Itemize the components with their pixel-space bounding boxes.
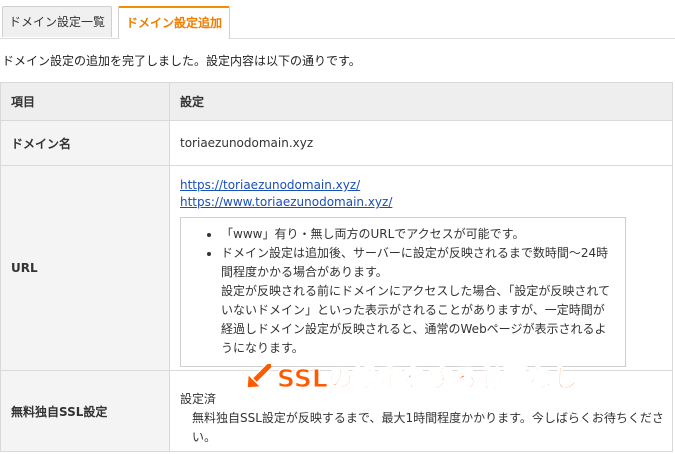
- header-setting: 設定: [169, 82, 673, 121]
- arrow-down-left-icon: [246, 364, 271, 389]
- ssl-label: 無料独自SSL設定: [0, 370, 170, 452]
- table-row-domain: ドメイン名 toriaezunodomain.xyz: [0, 120, 673, 166]
- url-label: URL: [0, 165, 170, 371]
- url-notes-box: 「www」有り・無し両方のURLでアクセスが可能です。 ドメイン設定は追加後、サ…: [180, 217, 626, 367]
- annotation: SSLの設定をする必要なし: [245, 360, 578, 394]
- table-header-row: 項目 設定: [0, 82, 673, 121]
- url-link-root[interactable]: https://toriaezunodomain.xyz/: [180, 177, 672, 194]
- domain-label: ドメイン名: [0, 120, 170, 166]
- domain-value: toriaezunodomain.xyz: [169, 120, 673, 166]
- url-link-www[interactable]: https://www.toriaezunodomain.xyz/: [180, 194, 672, 211]
- tab-bar: ドメイン設定一覧 ドメイン設定追加: [0, 0, 675, 39]
- ssl-note: 無料独自SSL設定が反映するまで、最大1時間程度かかります。今しばらくお待ちくだ…: [192, 410, 664, 444]
- tab-domain-add[interactable]: ドメイン設定追加: [118, 6, 230, 39]
- completion-message: ドメイン設定の追加を完了しました。設定内容は以下の通りです。: [2, 54, 361, 68]
- settings-table: 項目 設定 ドメイン名 toriaezunodomain.xyz URL htt…: [0, 82, 673, 452]
- url-links: https://toriaezunodomain.xyz/ https://ww…: [180, 169, 672, 211]
- annotation-text: SSLの設定をする必要なし: [277, 364, 579, 394]
- note-item: 「www」有り・無し両方のURLでアクセスが可能です。: [221, 225, 615, 244]
- header-item: 項目: [0, 82, 170, 121]
- table-row-url: URL https://toriaezunodomain.xyz/ https:…: [0, 165, 673, 371]
- note-item: ドメイン設定は追加後、サーバーに設定が反映されるまで数時間〜24時間程度かかる場…: [221, 244, 615, 358]
- url-cell: https://toriaezunodomain.xyz/ https://ww…: [169, 165, 673, 371]
- tab-domain-list[interactable]: ドメイン設定一覧: [2, 6, 112, 37]
